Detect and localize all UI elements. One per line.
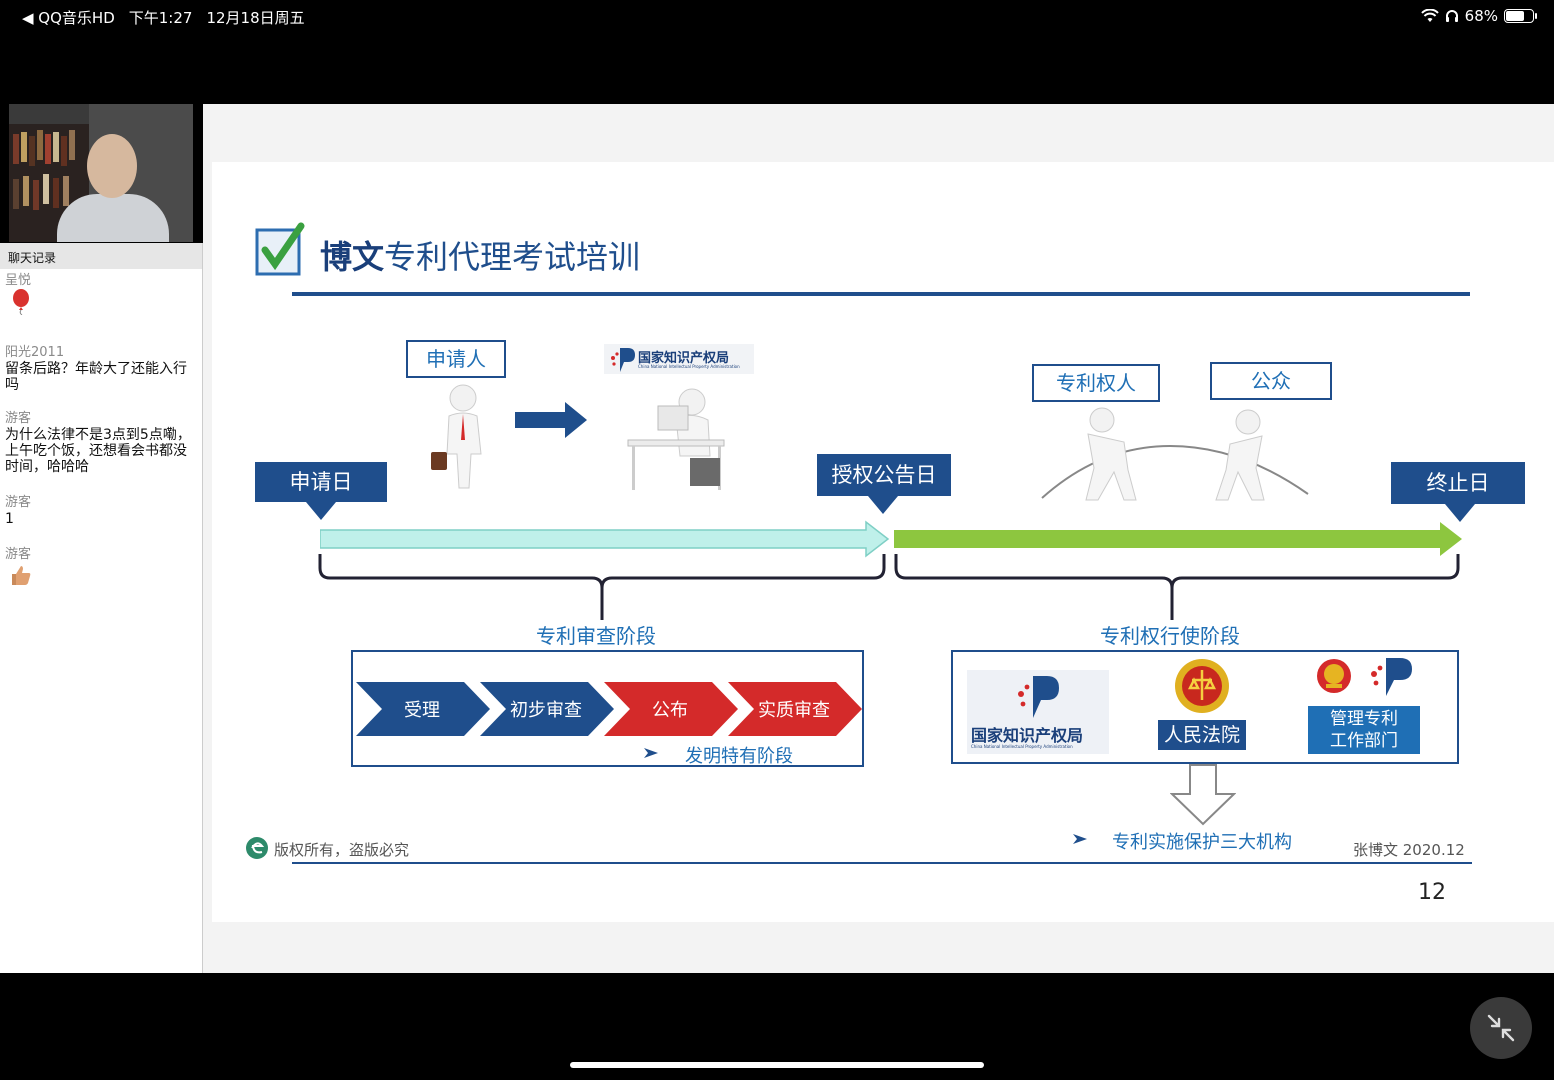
- applicant-figure: [431, 384, 482, 489]
- presenter-shirt: [57, 194, 169, 242]
- applicant-label: 申请人: [406, 340, 506, 378]
- public-label: 公众: [1210, 362, 1332, 400]
- slide-title: 博文专利代理考试培训: [320, 238, 641, 276]
- author-date: 张博文 2020.12: [1353, 841, 1465, 859]
- note-arrow-icon: [644, 748, 658, 758]
- chat-header: 聊天记录: [0, 243, 202, 269]
- chat-message: 阳光2011 留条后路？年龄大了还能入行吗: [0, 325, 202, 399]
- chat-text: 1: [5, 511, 14, 527]
- patentee-label: 专利权人: [1032, 364, 1160, 402]
- battery-percent: 68%: [1464, 7, 1498, 25]
- grant-date-pointer-icon: [868, 496, 898, 514]
- status-time: 下午1:27: [128, 9, 193, 27]
- battery-icon: [1504, 9, 1537, 23]
- chat-user: 呈悦: [5, 273, 32, 288]
- title-divider: [292, 292, 1470, 296]
- copyright-notice: 版权所有，盗版必究: [274, 841, 410, 859]
- chat-panel[interactable]: 聊天记录 呈悦 阳光2011 留条后路？年龄大了还能入行吗 游客 为什么法律不是…: [0, 243, 203, 973]
- step-preliminary-exam: 初步审查: [510, 700, 582, 721]
- invention-note: 发明特有阶段: [685, 746, 793, 767]
- headphones-icon: [1445, 10, 1458, 22]
- down-arrow-icon: [1170, 764, 1236, 826]
- presentation-slide: 博文专利代理考试培训 申请人 国家知识产权局 China National In…: [212, 162, 1554, 922]
- step-accept: 受理: [404, 700, 440, 721]
- wifi-icon: [1420, 9, 1439, 22]
- step-substantive-exam: 实质审查: [758, 700, 830, 721]
- institution-admin: 管理专利 工作部门: [1308, 650, 1420, 754]
- examination-timeline-arrow: [320, 520, 890, 558]
- examination-brace: [318, 554, 886, 620]
- national-emblem-icon: [1317, 659, 1351, 693]
- balloon-icon: [13, 289, 29, 316]
- webcam-video[interactable]: [9, 104, 193, 242]
- exercise-timeline-arrow: [894, 522, 1462, 556]
- thumbs-up-icon: [12, 566, 31, 585]
- note-arrow-icon: [1073, 834, 1087, 844]
- institution-cnipa: 国家知识产权局 China National Intellectual Prop…: [967, 670, 1109, 754]
- process-arrow-icon: [515, 402, 587, 438]
- cnipa-emblem-icon: [1371, 658, 1412, 696]
- three-institutions-note: 专利实施保护三大机构: [1112, 832, 1292, 853]
- filing-date-pointer-icon: [306, 502, 336, 520]
- presenter-face: [87, 134, 137, 198]
- chat-message: 游客 为什么法律不是3点到5点嘞，上午吃个饭，还想看会书都没时间，哈哈哈: [0, 399, 202, 481]
- examination-phase-label: 专利审查阶段: [536, 624, 656, 648]
- chat-message: 呈悦: [0, 269, 202, 325]
- footer-divider: [292, 862, 1472, 864]
- cnipa-logo: 国家知识产权局 China National Intellectual Prop…: [604, 344, 754, 374]
- chat-text: 留条后路？年龄大了还能入行吗: [5, 361, 187, 393]
- back-to-app-link[interactable]: ◀ QQ音乐HD: [22, 7, 115, 28]
- slide-page-number: 12: [1418, 880, 1446, 905]
- chat-text: 为什么法律不是3点到5点嘞，上午吃个饭，还想看会书都没时间，哈哈哈: [5, 427, 191, 475]
- institution-court: 人民法院: [1158, 658, 1246, 754]
- office-worker-figure: [627, 388, 725, 490]
- end-date-label: 终止日: [1391, 462, 1525, 504]
- home-indicator[interactable]: [570, 1062, 984, 1068]
- exercise-brace: [894, 554, 1460, 620]
- chat-user: 游客: [5, 411, 32, 426]
- checkbox-check-icon: [255, 222, 305, 276]
- status-date: 12月18日周五: [206, 9, 305, 27]
- court-emblem-icon: [1175, 659, 1229, 713]
- cnipa-emblem-icon: [1018, 676, 1059, 718]
- minimize-button[interactable]: [1470, 997, 1532, 1059]
- cnipa-emblem-icon: [611, 348, 635, 372]
- shared-screen[interactable]: 博文专利代理考试培训 申请人 国家知识产权局 China National In…: [203, 104, 1554, 973]
- filing-date-label: 申请日: [255, 462, 387, 502]
- publisher-logo-icon: [246, 837, 268, 859]
- chat-message: 游客 1: [0, 481, 202, 533]
- chat-user: 游客: [5, 495, 32, 510]
- chat-user: 阳光2011: [5, 345, 65, 360]
- collapse-arrows-icon: [1487, 1014, 1515, 1042]
- status-bar: ◀ QQ音乐HD 下午1:27 12月18日周五 68%: [0, 0, 1554, 32]
- chat-user: 游客: [5, 547, 32, 562]
- chat-message: 游客: [0, 533, 202, 597]
- tug-of-war-figure: [1041, 407, 1309, 501]
- step-publication: 公布: [652, 700, 688, 721]
- grant-date-label: 授权公告日: [817, 454, 951, 496]
- exercise-phase-label: 专利权行使阶段: [1100, 624, 1240, 648]
